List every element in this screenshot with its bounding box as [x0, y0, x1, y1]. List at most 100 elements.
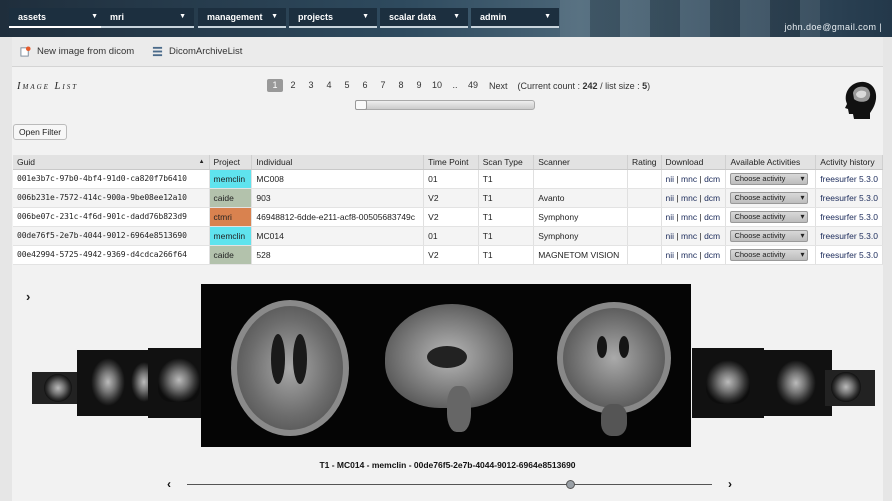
guid-cell[interactable]: 00de76f5-2e7b-4044-9012-6964e8513690 — [13, 226, 210, 246]
download-separator: | — [699, 249, 702, 260]
nav-menu-mri[interactable]: mri ▼ — [101, 8, 194, 28]
activity-history-link[interactable]: freesurfer 5.3.0 — [820, 231, 878, 241]
scrubber-track[interactable] — [187, 484, 712, 485]
column-header-guid[interactable]: Guid ▲ — [13, 155, 210, 170]
download-nii-link[interactable]: nii — [666, 250, 675, 260]
page-link-10[interactable]: 10 — [429, 79, 445, 92]
page-link-5[interactable]: 5 — [339, 79, 355, 92]
download-mnc-link[interactable]: mnc — [681, 193, 697, 203]
table-row[interactable]: 00e42994-5725-4942-9369-d4cdca266f64 caid… — [13, 245, 883, 265]
image-scrubber[interactable]: ‹ › — [167, 477, 732, 491]
page-link-49[interactable]: 49 — [465, 79, 481, 92]
page-link-8[interactable]: 8 — [393, 79, 409, 92]
column-header-individual[interactable]: Individual — [251, 155, 425, 170]
guid-cell[interactable]: 006b231e-7572-414c-900a-9be08ee12a10 — [13, 188, 210, 208]
timepoint-cell: V2 — [423, 207, 479, 227]
activities-cell: Choose activity — [725, 207, 817, 227]
download-dcm-link[interactable]: dcm — [704, 212, 720, 222]
rating-cell[interactable] — [627, 245, 662, 265]
user-email[interactable]: john.doe@gmail.com | — [784, 22, 882, 32]
next-image-chevron-icon[interactable]: › — [728, 477, 732, 491]
page-link-3[interactable]: 3 — [303, 79, 319, 92]
download-dcm-link[interactable]: dcm — [704, 231, 720, 241]
page-title: Image List — [17, 81, 79, 92]
table-row[interactable]: 001e3b7c-97b0-4bf4-91d0-ca820f7b6410 memc… — [13, 169, 883, 189]
thumbnail-right-coronal[interactable] — [760, 350, 832, 416]
column-header-time-point[interactable]: Time Point — [423, 155, 479, 170]
history-cell: freesurfer 5.3.0 — [815, 226, 883, 246]
previous-image-chevron-icon[interactable]: ‹ — [167, 477, 171, 491]
rating-cell[interactable] — [627, 169, 662, 189]
download-dcm-link[interactable]: dcm — [704, 250, 720, 260]
nav-menu-management[interactable]: management ▼ — [198, 8, 286, 28]
download-cell: nii | mnc | dcm — [661, 245, 727, 265]
column-header-scanner[interactable]: Scanner — [533, 155, 628, 170]
page-link-4[interactable]: 4 — [321, 79, 337, 92]
choose-activity-select[interactable]: Choose activity — [730, 248, 809, 261]
next-page-link[interactable]: Next — [489, 81, 508, 91]
activity-history-link[interactable]: freesurfer 5.3.0 — [820, 212, 878, 222]
download-dcm-link[interactable]: dcm — [704, 174, 720, 184]
scantype-cell: T1 — [478, 169, 535, 189]
thumbnail-far-left[interactable] — [32, 372, 82, 404]
scrubber-knob[interactable] — [566, 480, 576, 489]
activity-history-link[interactable]: freesurfer 5.3.0 — [820, 193, 878, 203]
dicom-archive-list-button[interactable]: DicomArchiveList — [152, 46, 242, 57]
page-link-7[interactable]: 7 — [375, 79, 391, 92]
column-header-download[interactable]: Download — [661, 155, 727, 170]
guid-cell[interactable]: 006be07c-231c-4f6d-901c-dadd76b823d9 — [13, 207, 210, 227]
thumbnail-left-axial[interactable] — [77, 350, 157, 416]
download-nii-link[interactable]: nii — [666, 193, 675, 203]
column-header-scan-type[interactable]: Scan Type — [478, 155, 535, 170]
main-mri-image[interactable] — [201, 284, 691, 447]
history-cell: freesurfer 5.3.0 — [815, 245, 883, 265]
download-mnc-link[interactable]: mnc — [681, 231, 697, 241]
nav-menu-assets[interactable]: assets ▼ — [9, 8, 106, 28]
page-link-1[interactable]: 1 — [267, 79, 283, 92]
download-separator: | — [699, 211, 702, 222]
download-nii-link[interactable]: nii — [666, 231, 675, 241]
nav-menu-admin[interactable]: admin ▼ — [471, 8, 559, 28]
table-row[interactable]: 006b231e-7572-414c-900a-9be08ee12a10 caid… — [13, 188, 883, 208]
count-prefix: (Current count : — [517, 80, 583, 91]
activity-history-link[interactable]: freesurfer 5.3.0 — [820, 250, 878, 260]
rating-cell[interactable] — [627, 207, 662, 227]
download-nii-link[interactable]: nii — [666, 212, 675, 222]
download-mnc-link[interactable]: mnc — [681, 250, 697, 260]
guid-cell[interactable]: 00e42994-5725-4942-9369-d4cdca266f64 — [13, 245, 210, 265]
slider-handle[interactable] — [355, 100, 367, 110]
choose-activity-select[interactable]: Choose activity — [730, 229, 809, 242]
download-mnc-link[interactable]: mnc — [681, 212, 697, 222]
dropdown-arrow-icon: ▼ — [91, 13, 98, 20]
download-mnc-link[interactable]: mnc — [681, 174, 697, 184]
nav-menu-projects[interactable]: projects ▼ — [289, 8, 377, 28]
column-header-available-activities[interactable]: Available Activities — [725, 155, 817, 170]
column-header-rating[interactable]: Rating — [627, 155, 662, 170]
guid-cell[interactable]: 001e3b7c-97b0-4bf4-91d0-ca820f7b6410 — [13, 169, 210, 189]
new-image-from-dicom-button[interactable]: New image from dicom — [20, 46, 134, 57]
image-viewer — [30, 284, 875, 454]
page-link-9[interactable]: 9 — [411, 79, 427, 92]
choose-activity-select[interactable]: Choose activity — [730, 210, 809, 223]
download-dcm-link[interactable]: dcm — [704, 193, 720, 203]
open-filter-button[interactable]: Open Filter — [13, 124, 68, 140]
thumbnail-left-sagittal[interactable] — [148, 348, 204, 418]
column-header-project[interactable]: Project — [209, 155, 253, 170]
sort-ascending-icon[interactable]: ▲ — [199, 159, 205, 165]
page-link-2[interactable]: 2 — [285, 79, 301, 92]
nav-menu-scalar-data[interactable]: scalar data ▼ — [380, 8, 468, 28]
table-row[interactable]: 006be07c-231c-4f6d-901c-dadd76b823d9 ctmr… — [13, 207, 883, 227]
table-row[interactable]: 00de76f5-2e7b-4044-9012-6964e8513690 memc… — [13, 226, 883, 246]
page-range-slider[interactable] — [355, 100, 535, 110]
column-header-activity-history[interactable]: Activity history — [815, 155, 883, 170]
activity-history-link[interactable]: freesurfer 5.3.0 — [820, 174, 878, 184]
thumbnail-right-sagittal[interactable] — [692, 348, 764, 418]
choose-activity-select[interactable]: Choose activity — [730, 172, 809, 185]
choose-activity-select[interactable]: Choose activity — [730, 191, 809, 204]
page-link-6[interactable]: 6 — [357, 79, 373, 92]
rating-cell[interactable] — [627, 188, 662, 208]
rating-cell[interactable] — [627, 226, 662, 246]
individual-cell: 528 — [251, 245, 425, 265]
download-nii-link[interactable]: nii — [666, 174, 675, 184]
thumbnail-far-right[interactable] — [825, 370, 875, 406]
